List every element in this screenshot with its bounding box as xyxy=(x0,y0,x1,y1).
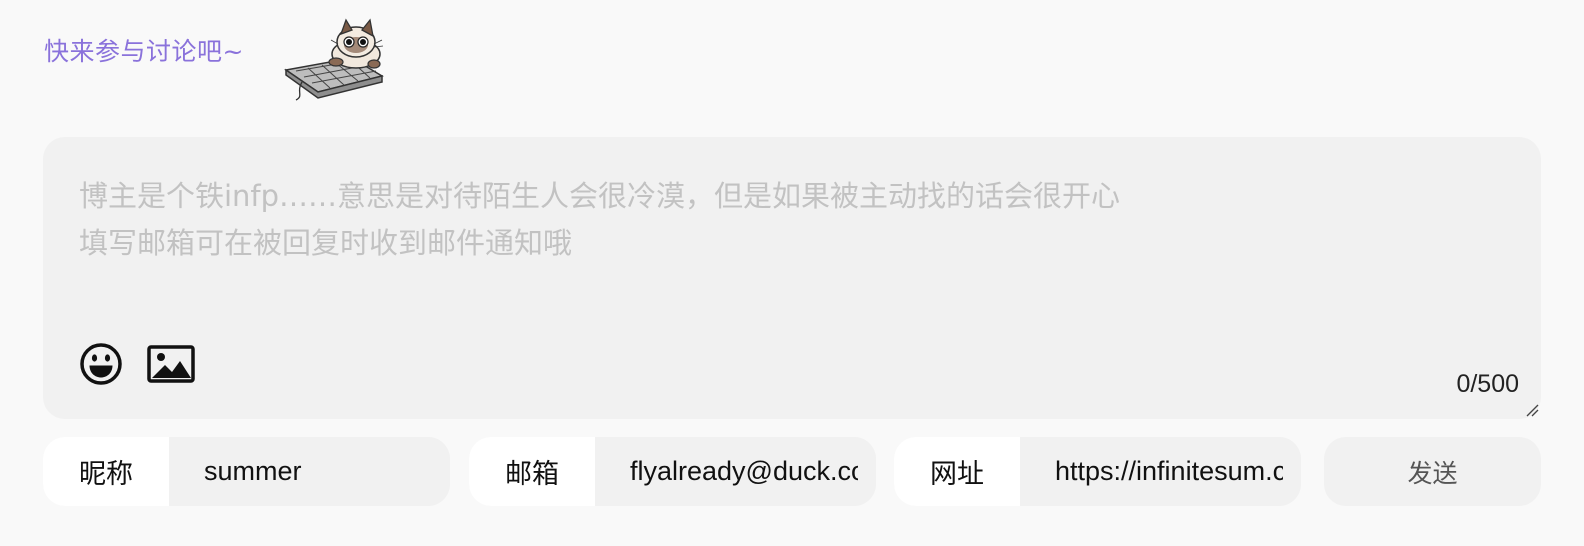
email-field: 邮箱 xyxy=(469,437,876,506)
comment-header: 快来参与讨论吧~ xyxy=(44,18,244,108)
emoji-icon[interactable] xyxy=(79,342,123,386)
comment-textarea[interactable]: 博主是个铁infp……意思是对待陌生人会很冷漠，但是如果被主动找的话会很开心 填… xyxy=(79,173,1120,267)
nickname-field: 昵称 xyxy=(43,437,450,506)
editor-toolbar xyxy=(79,342,195,386)
email-label: 邮箱 xyxy=(469,437,595,506)
website-input[interactable] xyxy=(1020,437,1301,506)
comment-title: 快来参与讨论吧~ xyxy=(44,37,244,66)
nickname-input[interactable] xyxy=(169,437,450,506)
send-button[interactable]: 发送 xyxy=(1324,437,1541,506)
email-input[interactable] xyxy=(595,437,876,506)
resize-handle-icon[interactable] xyxy=(1525,403,1539,417)
website-field: 网址 xyxy=(894,437,1301,506)
comment-editor[interactable]: 博主是个铁infp……意思是对待陌生人会很冷漠，但是如果被主动找的话会很开心 填… xyxy=(43,137,1541,419)
website-label: 网址 xyxy=(894,437,1020,506)
cat-keyboard-icon xyxy=(284,18,384,101)
image-icon[interactable] xyxy=(147,345,195,383)
char-counter: 0/500 xyxy=(1456,370,1519,398)
nickname-label: 昵称 xyxy=(43,437,169,506)
